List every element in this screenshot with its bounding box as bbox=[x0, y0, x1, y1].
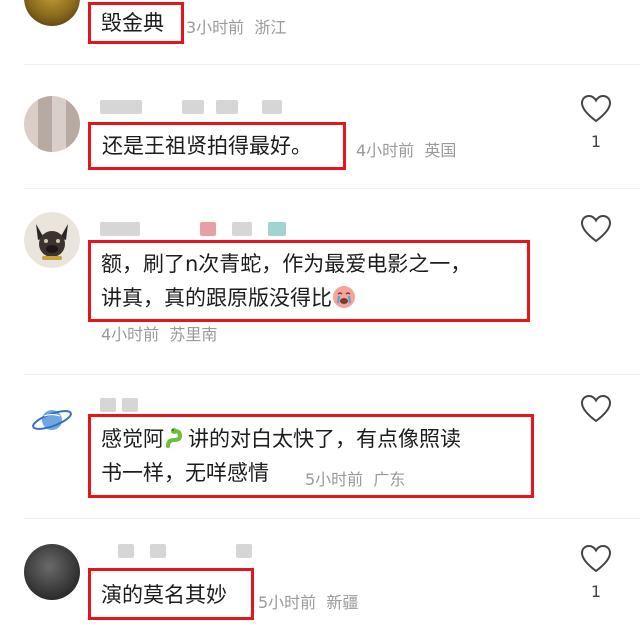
comment-location: 浙江 bbox=[254, 18, 287, 37]
comment-meta: 5小时前 新疆 bbox=[258, 589, 358, 613]
username-blurred[interactable] bbox=[100, 100, 142, 114]
comment-location: 苏里南 bbox=[169, 325, 218, 344]
comment-meta: 3小时前 浙江 bbox=[186, 14, 286, 38]
heart-icon bbox=[580, 394, 612, 423]
comment-text-line1: 感觉阿 讲的对白太快了，有点像照读 bbox=[101, 423, 461, 455]
username-blurred[interactable] bbox=[100, 398, 116, 412]
like-button[interactable] bbox=[576, 214, 616, 244]
badge-blurred bbox=[268, 222, 286, 236]
like-button[interactable] bbox=[576, 394, 616, 424]
divider bbox=[24, 64, 640, 65]
comment-time: 3小时前 bbox=[186, 18, 245, 37]
comment-location: 英国 bbox=[424, 141, 457, 160]
comment-meta: 4小时前 苏里南 bbox=[101, 321, 217, 345]
comment-time: 4小时前 bbox=[101, 325, 160, 344]
badge-blurred bbox=[232, 222, 252, 236]
heart-icon bbox=[580, 214, 612, 243]
comment-time: 5小时前 bbox=[258, 593, 317, 612]
divider bbox=[24, 374, 640, 375]
avatar[interactable] bbox=[30, 398, 74, 442]
comment-text-line2: 书一样，无咩感情 bbox=[101, 461, 269, 485]
badge-blurred bbox=[216, 100, 238, 114]
comment-text-line1: 额，刷了n次青蛇，作为最爱电影之一， bbox=[101, 252, 472, 276]
avatar[interactable] bbox=[24, 96, 80, 152]
badge-blurred bbox=[182, 100, 204, 114]
dog-avatar-icon bbox=[24, 212, 80, 268]
comment-location: 广东 bbox=[373, 470, 406, 489]
avatar[interactable] bbox=[24, 0, 80, 26]
comment-time: 5小时前 bbox=[305, 470, 364, 489]
like-count: 1 bbox=[590, 582, 602, 601]
comment-text: 还是王祖贤拍得最好。 bbox=[102, 134, 312, 158]
comment-meta: 5小时前 广东 bbox=[305, 466, 405, 490]
snake-emoji bbox=[166, 428, 183, 448]
divider bbox=[24, 188, 640, 189]
like-count: 1 bbox=[590, 132, 602, 151]
badge-blurred bbox=[262, 100, 282, 114]
heart-icon bbox=[580, 94, 612, 123]
like-button[interactable]: 1 bbox=[576, 94, 616, 151]
badge-blurred bbox=[150, 544, 166, 558]
comment-text-line1-b: 讲的对白太快了，有点像照读 bbox=[188, 427, 461, 451]
heart-icon bbox=[580, 544, 612, 573]
comment-text: 演的莫名其妙 bbox=[101, 583, 227, 607]
comment-text: 毁金典 bbox=[101, 11, 164, 35]
comment-text-line1-a: 感觉阿 bbox=[101, 427, 164, 451]
comment-text-line2-text: 讲真，真的跟原版没得比 bbox=[101, 286, 332, 310]
comment-text-line2: 讲真，真的跟原版没得比 bbox=[101, 282, 356, 314]
crying-face-emoji bbox=[333, 286, 355, 308]
avatar[interactable] bbox=[24, 544, 80, 600]
like-button[interactable]: 1 bbox=[576, 544, 616, 601]
divider bbox=[24, 518, 640, 519]
badge-blurred bbox=[200, 222, 216, 236]
avatar[interactable] bbox=[24, 212, 80, 268]
username-blurred[interactable] bbox=[118, 544, 134, 558]
badge-blurred bbox=[236, 544, 252, 558]
username-blurred[interactable] bbox=[122, 398, 138, 412]
username-blurred[interactable] bbox=[100, 222, 140, 236]
comment-meta: 4小时前 英国 bbox=[356, 137, 456, 161]
comment-location: 新疆 bbox=[326, 593, 359, 612]
saturn-planet-icon bbox=[32, 410, 72, 430]
comment-time: 4小时前 bbox=[356, 141, 415, 160]
